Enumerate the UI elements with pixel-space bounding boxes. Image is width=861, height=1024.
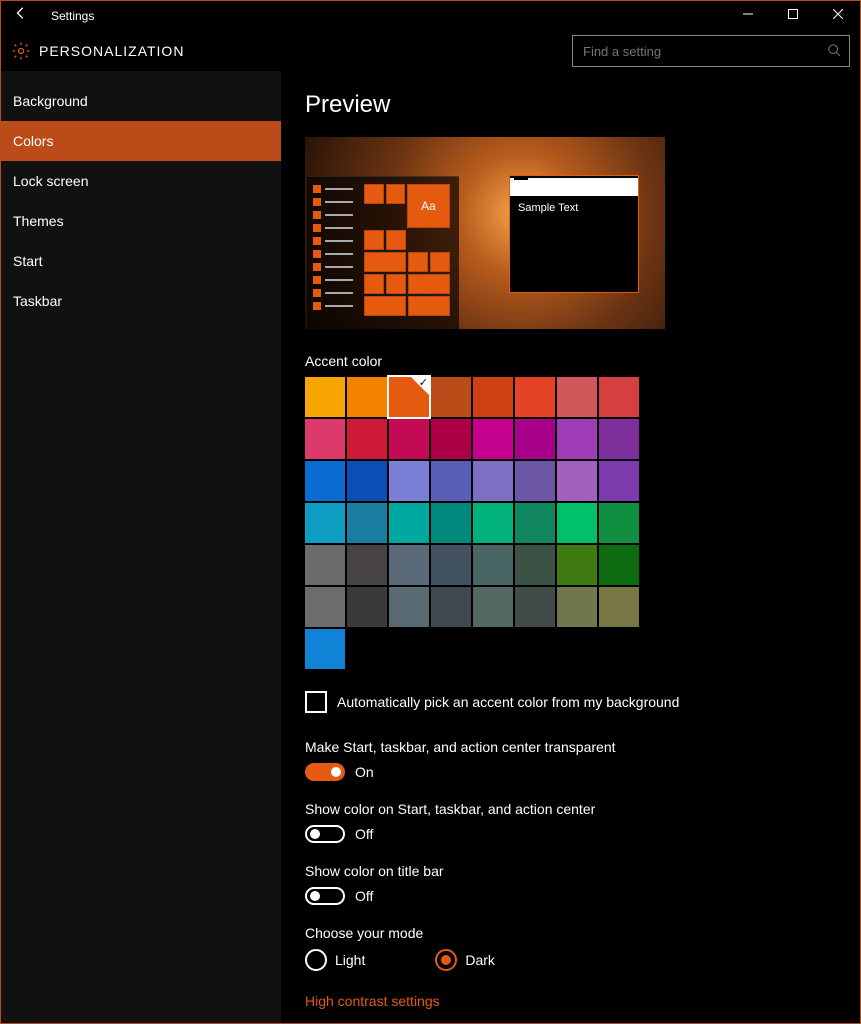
show-start-state: Off [355, 826, 373, 842]
accent-color-swatch[interactable] [347, 545, 387, 585]
show-start-toggle[interactable] [305, 825, 345, 843]
show-title-label: Show color on title bar [305, 863, 840, 879]
accent-color-swatch[interactable] [305, 503, 345, 543]
accent-color-swatch[interactable] [473, 503, 513, 543]
sidebar-item-colors[interactable]: Colors [1, 121, 281, 161]
accent-color-swatch[interactable] [473, 419, 513, 459]
search-icon [827, 43, 841, 60]
accent-color-swatch[interactable] [431, 587, 471, 627]
accent-color-swatch[interactable] [389, 419, 429, 459]
accent-color-swatch[interactable] [305, 545, 345, 585]
accent-color-swatch[interactable] [305, 629, 345, 669]
close-button[interactable] [815, 1, 860, 31]
preview-sample-window: Sample Text [509, 175, 639, 293]
sidebar-item-themes[interactable]: Themes [1, 201, 281, 241]
accent-color-swatch[interactable] [431, 377, 471, 417]
accent-color-swatch[interactable] [599, 503, 639, 543]
accent-color-swatch[interactable] [557, 461, 597, 501]
show-title-state: Off [355, 888, 373, 904]
accent-color-grid: ✓ [305, 377, 649, 669]
preview-image: Aa [305, 137, 665, 329]
preview-heading: Preview [305, 91, 840, 119]
accent-color-swatch[interactable] [557, 503, 597, 543]
accent-color-swatch[interactable] [515, 377, 555, 417]
sidebar-item-start[interactable]: Start [1, 241, 281, 281]
accent-color-swatch[interactable] [431, 419, 471, 459]
accent-color-swatch[interactable] [515, 419, 555, 459]
content-area: Preview [281, 71, 860, 1023]
accent-color-swatch[interactable] [305, 419, 345, 459]
mode-light-radio[interactable]: Light [305, 949, 365, 971]
show-title-toggle[interactable] [305, 887, 345, 905]
search-box[interactable] [572, 35, 850, 67]
transparent-label: Make Start, taskbar, and action center t… [305, 739, 840, 755]
back-button[interactable] [1, 1, 41, 31]
accent-color-swatch[interactable] [389, 461, 429, 501]
high-contrast-link[interactable]: High contrast settings [305, 993, 840, 1009]
accent-color-swatch[interactable] [599, 587, 639, 627]
accent-color-swatch[interactable] [557, 377, 597, 417]
accent-color-swatch[interactable] [599, 461, 639, 501]
mode-label: Choose your mode [305, 925, 840, 941]
accent-color-swatch[interactable] [305, 377, 345, 417]
accent-color-swatch[interactable] [347, 503, 387, 543]
accent-color-swatch[interactable] [347, 461, 387, 501]
accent-color-label: Accent color [305, 353, 840, 369]
accent-color-swatch[interactable] [347, 587, 387, 627]
accent-color-swatch[interactable] [389, 545, 429, 585]
accent-color-swatch[interactable] [599, 545, 639, 585]
accent-color-swatch[interactable] [473, 545, 513, 585]
accent-color-swatch[interactable] [305, 587, 345, 627]
checkbox-icon[interactable] [305, 691, 327, 713]
accent-color-swatch[interactable] [473, 587, 513, 627]
accent-color-swatch[interactable] [347, 419, 387, 459]
accent-color-swatch[interactable]: ✓ [389, 377, 429, 417]
accent-color-swatch[interactable] [431, 461, 471, 501]
accent-color-swatch[interactable] [473, 461, 513, 501]
auto-pick-label: Automatically pick an accent color from … [337, 694, 679, 710]
sidebar-item-background[interactable]: Background [1, 81, 281, 121]
transparent-toggle[interactable] [305, 763, 345, 781]
search-input[interactable] [581, 43, 827, 60]
accent-color-swatch[interactable] [599, 419, 639, 459]
accent-color-swatch[interactable] [515, 503, 555, 543]
accent-color-swatch[interactable] [557, 545, 597, 585]
preview-startmenu: Aa [307, 176, 459, 329]
minimize-button[interactable] [725, 1, 770, 31]
radio-icon [435, 949, 457, 971]
transparent-state: On [355, 764, 374, 780]
radio-icon [305, 949, 327, 971]
accent-color-swatch[interactable] [557, 419, 597, 459]
accent-color-swatch[interactable] [515, 587, 555, 627]
sidebar: BackgroundColorsLock screenThemesStartTa… [1, 71, 281, 1023]
window-title: Settings [41, 9, 725, 23]
accent-color-swatch[interactable] [389, 503, 429, 543]
sample-text: Sample Text [510, 196, 638, 220]
accent-color-swatch[interactable] [515, 545, 555, 585]
accent-color-swatch[interactable] [305, 461, 345, 501]
accent-color-swatch[interactable] [389, 587, 429, 627]
maximize-button[interactable] [770, 1, 815, 31]
sidebar-item-taskbar[interactable]: Taskbar [1, 281, 281, 321]
settings-window: Settings PERSONALIZATION BackgroundCo [0, 0, 861, 1024]
mode-dark-radio[interactable]: Dark [435, 949, 495, 971]
accent-color-swatch[interactable] [347, 377, 387, 417]
accent-color-swatch[interactable] [431, 503, 471, 543]
page-heading: PERSONALIZATION [39, 43, 572, 59]
accent-color-swatch[interactable] [557, 587, 597, 627]
show-start-label: Show color on Start, taskbar, and action… [305, 801, 840, 817]
header-row: PERSONALIZATION [1, 31, 860, 71]
sidebar-item-lock-screen[interactable]: Lock screen [1, 161, 281, 201]
accent-color-swatch[interactable] [431, 545, 471, 585]
accent-color-swatch[interactable] [473, 377, 513, 417]
accent-color-swatch[interactable] [599, 377, 639, 417]
title-bar: Settings [1, 1, 860, 31]
auto-pick-checkbox-row[interactable]: Automatically pick an accent color from … [305, 691, 840, 713]
accent-color-swatch[interactable] [515, 461, 555, 501]
gear-icon [11, 41, 31, 61]
